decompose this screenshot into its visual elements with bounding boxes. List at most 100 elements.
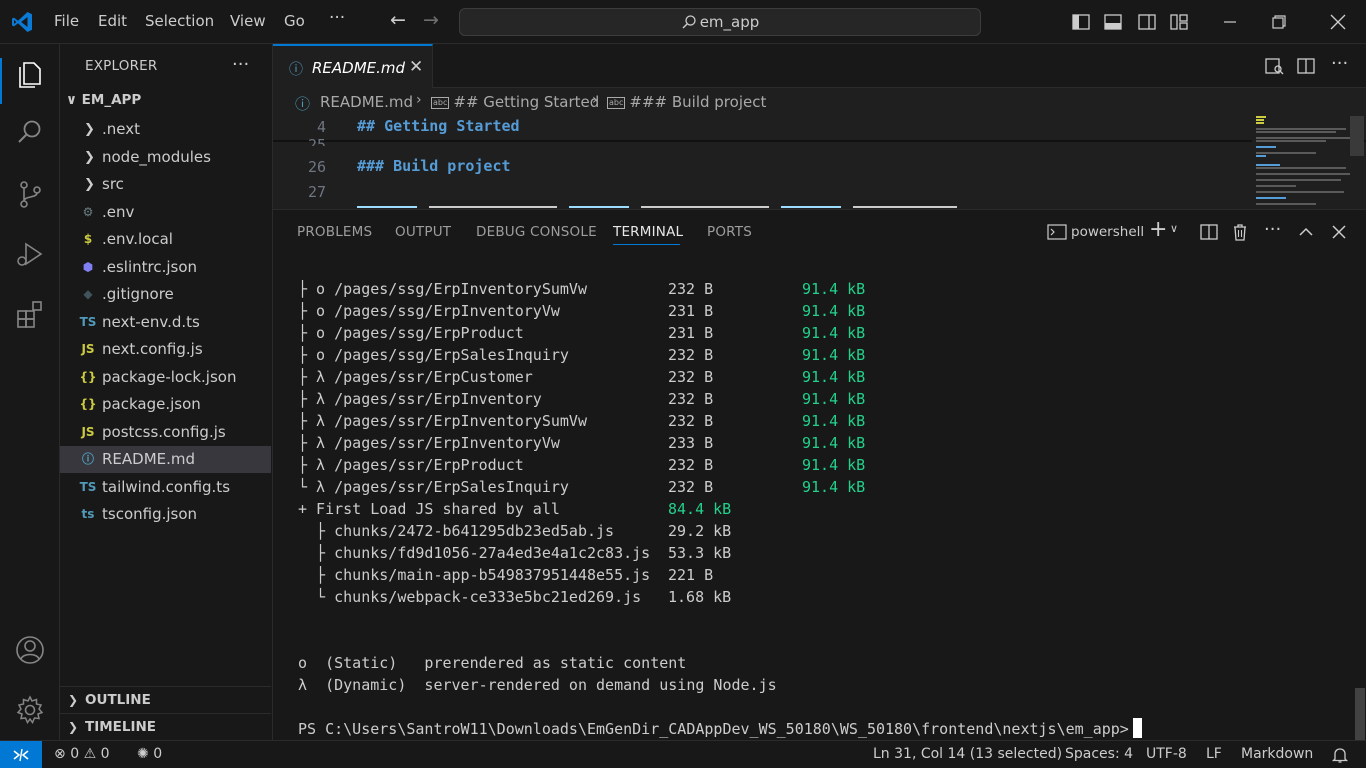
route-first: 91.4 kB — [802, 302, 866, 320]
tree-item[interactable]: ◆ .gitignore — [60, 281, 271, 308]
minimize-icon[interactable] — [1218, 10, 1242, 34]
route-size: 231 B — [668, 324, 714, 342]
tab-debug-console[interactable]: DEBUG CONSOLE — [476, 224, 597, 240]
accounts-icon[interactable] — [14, 634, 46, 666]
menu-file[interactable]: File — [54, 12, 79, 30]
breadcrumb-file[interactable]: README.md — [320, 93, 413, 111]
ports-status[interactable]: ✺ 0 — [137, 746, 162, 762]
tree-item[interactable]: TS tailwind.config.ts — [60, 474, 271, 501]
outline-label: OUTLINE — [85, 692, 151, 708]
timeline-section[interactable]: ❯ TIMELINE — [60, 713, 271, 739]
string-symbol-icon: abc — [431, 97, 450, 109]
broadcast-icon: ✺ — [137, 746, 149, 762]
route-route: ├ λ /pages/ssr/ErpInventory — [298, 390, 542, 408]
indentation[interactable]: Spaces: 4 — [1065, 746, 1133, 762]
line-number: 25 — [307, 136, 326, 146]
explorer-title: EXPLORER — [85, 58, 158, 74]
workspace-root-folder[interactable]: ∨ EM_APP — [66, 92, 141, 108]
restore-icon[interactable] — [1267, 10, 1291, 34]
maximize-panel-chevron-up-icon[interactable] — [1296, 222, 1316, 242]
tree-item[interactable]: JS postcss.config.js — [60, 419, 271, 446]
tree-item[interactable]: TS next-env.d.ts — [60, 309, 271, 336]
search-icon[interactable] — [14, 116, 46, 148]
title-bar: File Edit Selection View Go ··· ← → em_a… — [0, 0, 1366, 44]
route-route: ├ λ /pages/ssr/ErpProduct — [298, 456, 524, 474]
forward-arrow-icon[interactable]: → — [423, 9, 439, 31]
breadcrumb-heading-2[interactable]: abc ## Getting Started — [431, 93, 599, 111]
minimap-slider[interactable] — [1350, 116, 1364, 156]
editor-text-area[interactable]: 4 ## Getting Started 25 26 ### Build pro… — [273, 116, 1366, 209]
tab-terminal[interactable]: TERMINAL — [613, 224, 683, 240]
tree-item[interactable]: {} package-lock.json — [60, 364, 271, 391]
chevron-right-icon: ❯ — [84, 177, 95, 192]
explorer-more-actions[interactable]: ··· — [232, 54, 249, 75]
tab-ports[interactable]: PORTS — [707, 224, 752, 240]
new-terminal-plus-icon[interactable]: + — [1149, 217, 1167, 242]
chevron-down-icon[interactable]: ∨ — [1170, 222, 1178, 235]
customize-layout-icon[interactable] — [1169, 12, 1189, 32]
terminal-output[interactable]: ├ o /pages/ssg/ErpInventorySumVw 232 B 91.… — [298, 278, 1358, 738]
menu-view[interactable]: View — [230, 12, 266, 30]
trash-icon[interactable] — [1230, 222, 1250, 242]
breadcrumb-heading-2-label: ## Getting Started — [453, 93, 600, 111]
split-editor-icon[interactable] — [1296, 56, 1316, 76]
editor-more-actions[interactable]: ··· — [1331, 53, 1348, 74]
tree-item[interactable]: ⚙ .env — [60, 199, 271, 226]
terminal-cursor — [1132, 718, 1142, 738]
route-route: ├ o /pages/ssg/ErpSalesInquiry — [298, 346, 569, 364]
chunk-name: └ chunks/webpack-ce333e5bc21ed269.js — [298, 588, 642, 606]
split-terminal-icon[interactable] — [1199, 222, 1219, 242]
encoding[interactable]: UTF-8 — [1146, 746, 1187, 762]
menu-go[interactable]: Go — [284, 12, 305, 30]
tree-item[interactable]: ⓘ README.md — [60, 446, 271, 473]
route-size: 233 B — [668, 434, 714, 452]
toggle-panel-icon[interactable] — [1103, 12, 1123, 32]
tree-item-label: .env — [102, 202, 135, 221]
outline-section[interactable]: ❯ OUTLINE — [60, 686, 271, 712]
tree-item[interactable]: {} package.json — [60, 391, 271, 418]
menu-edit[interactable]: Edit — [98, 12, 127, 30]
menu-more[interactable]: ··· — [329, 8, 345, 28]
tab-output[interactable]: OUTPUT — [395, 224, 451, 240]
back-arrow-icon[interactable]: ← — [390, 9, 406, 31]
minimap[interactable] — [1252, 116, 1364, 209]
end-of-line[interactable]: LF — [1206, 746, 1222, 762]
tab-problems[interactable]: PROBLEMS — [297, 224, 372, 240]
tree-item[interactable]: ❯ .next — [60, 116, 271, 143]
terminal-shell-name[interactable]: powershell — [1071, 224, 1144, 240]
open-preview-icon[interactable] — [1264, 56, 1284, 76]
file-type-icon: JS — [81, 342, 95, 356]
notifications-bell-icon[interactable] — [1331, 746, 1349, 764]
run-debug-icon[interactable] — [14, 238, 46, 270]
tree-item-label: .eslintrc.json — [102, 257, 198, 276]
close-window-icon[interactable] — [1326, 10, 1350, 34]
tree-item[interactable]: ts tsconfig.json — [60, 501, 271, 528]
language-mode[interactable]: Markdown — [1241, 746, 1313, 762]
terminal-scrollbar[interactable] — [1355, 688, 1365, 740]
tab-readme[interactable]: ⓘ README.md ✕ — [273, 44, 433, 88]
tree-item[interactable]: ❯ node_modules — [60, 144, 271, 171]
tree-item[interactable]: $ .env.local — [60, 226, 271, 253]
file-type-icon: ts — [81, 507, 95, 521]
panel-more-actions[interactable]: ··· — [1264, 219, 1281, 240]
toggle-secondary-sidebar-icon[interactable] — [1137, 12, 1157, 32]
command-center-search[interactable]: em_app — [459, 8, 981, 36]
tree-item[interactable]: JS next.config.js — [60, 336, 271, 363]
menu-selection[interactable]: Selection — [145, 12, 214, 30]
source-control-icon[interactable] — [14, 178, 46, 210]
cursor-position[interactable]: Ln 31, Col 14 (13 selected) — [873, 746, 1062, 762]
tree-item-label: package-lock.json — [102, 367, 237, 386]
problems-status[interactable]: ⊗ 0 ⚠ 0 — [54, 746, 110, 762]
terminal-prompt[interactable]: PS C:\Users\SantroW11\Downloads\EmGenDir… — [298, 718, 1142, 740]
tree-item[interactable]: ⬢ .eslintrc.json — [60, 254, 271, 281]
close-panel-icon[interactable] — [1329, 222, 1349, 242]
tree-item[interactable]: ❯ src — [60, 171, 271, 198]
manage-gear-icon[interactable] — [14, 694, 46, 726]
extensions-icon[interactable] — [14, 298, 46, 330]
explorer-icon[interactable] — [14, 58, 46, 90]
tab-close-icon[interactable]: ✕ — [409, 57, 423, 77]
breadcrumb-heading-3[interactable]: abc ### Build project — [607, 93, 766, 111]
remote-indicator[interactable] — [0, 741, 42, 768]
toggle-primary-sidebar-icon[interactable] — [1071, 12, 1091, 32]
tree-item-label: tailwind.config.ts — [102, 477, 231, 496]
